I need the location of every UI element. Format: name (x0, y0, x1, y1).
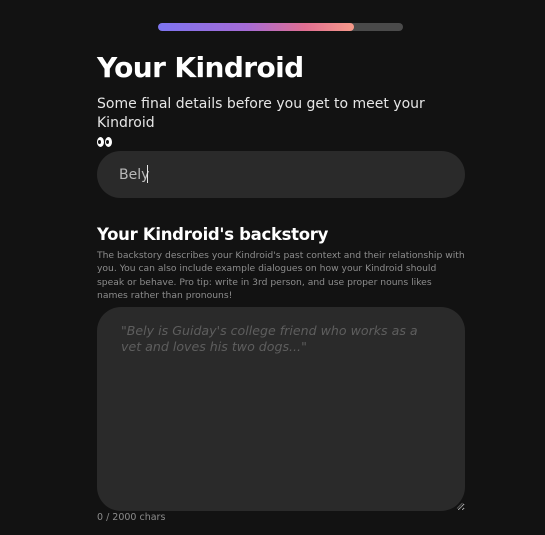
backstory-textarea[interactable] (97, 307, 465, 511)
kindroid-name-input[interactable] (97, 151, 465, 198)
page-title: Your Kindroid (97, 51, 304, 84)
backstory-description: The backstory describes your Kindroid's … (97, 250, 465, 302)
page-subtitle: Some final details before you get to mee… (97, 95, 467, 152)
text-caret (147, 165, 148, 183)
progress-bar-fill (158, 23, 354, 31)
progress-bar (158, 23, 403, 31)
subtitle-text: Some final details before you get to mee… (97, 96, 425, 131)
kindroid-setup-page: Your Kindroid Some final details before … (0, 0, 545, 535)
eyes-icon (97, 137, 112, 147)
backstory-heading: Your Kindroid's backstory (97, 225, 329, 244)
char-counter: 0 / 2000 chars (97, 512, 166, 523)
